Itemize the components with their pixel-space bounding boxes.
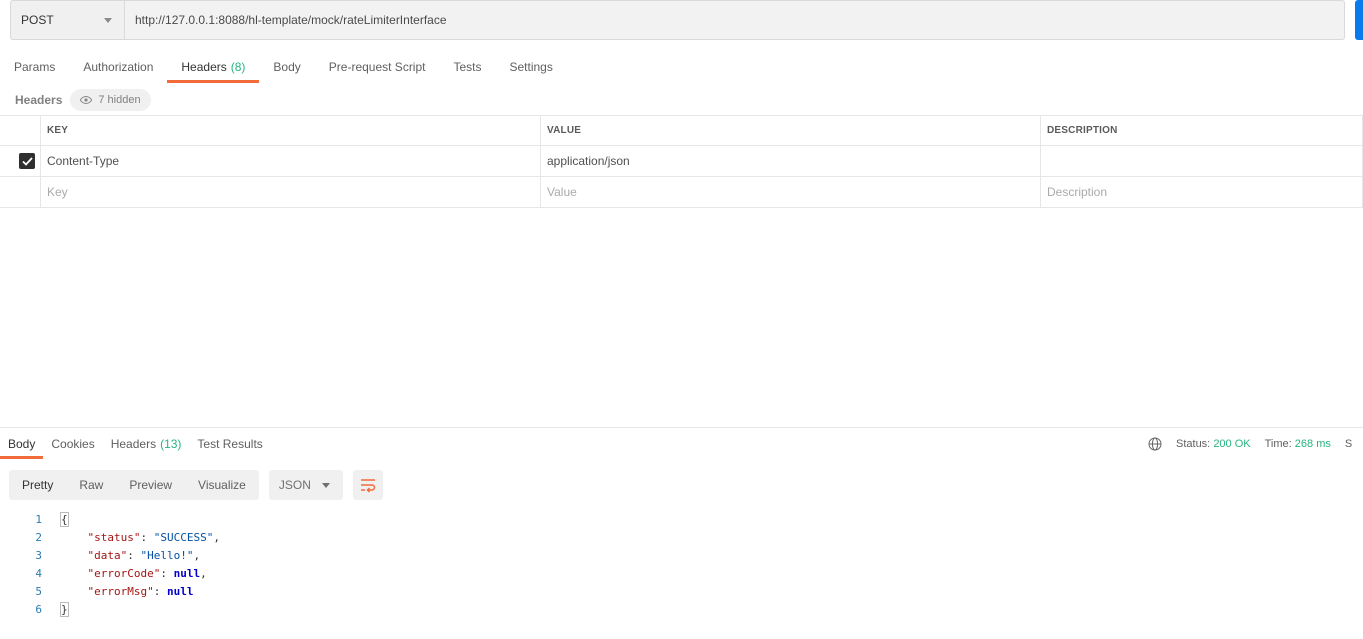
tab-settings[interactable]: Settings [496,52,567,82]
tab-params[interactable]: Params [0,52,69,82]
eye-icon [80,96,93,104]
view-preview-button[interactable]: Preview [116,470,185,500]
status-label: Status: [1176,438,1211,450]
tab-response-body[interactable]: Body [0,430,44,459]
headers-table: KEY VALUE DESCRIPTION Content-Type appli… [0,115,1363,208]
status-value: 200 OK [1213,438,1251,450]
method-select[interactable]: POST [10,0,125,40]
send-button[interactable] [1355,0,1363,40]
format-select[interactable]: JSON [268,470,343,500]
tab-response-headers[interactable]: Headers (13) [103,430,190,458]
response-tabs: Body Cookies Headers (13) Test Results [0,430,271,460]
new-description-input[interactable]: Description [1040,177,1363,207]
tab-authorization[interactable]: Authorization [69,52,167,82]
header-value-cell[interactable]: application/json [540,146,1040,176]
table-header-row: KEY VALUE DESCRIPTION [0,115,1363,146]
header-enabled-checkbox[interactable] [19,153,35,169]
view-mode-group: Pretty Raw Preview Visualize [9,470,259,500]
line-number: 6 [35,602,42,616]
tab-response-cookies[interactable]: Cookies [43,430,102,458]
tab-tests[interactable]: Tests [439,52,495,82]
column-header-description: DESCRIPTION [1040,116,1363,145]
format-label: JSON [278,478,311,492]
url-text: http://127.0.0.1:8088/hl-template/mock/r… [135,13,447,27]
row-check-cell [0,146,40,176]
table-row-new: Key Value Description [0,177,1363,208]
code-line: 6 } [0,600,1363,618]
hidden-count-label: 7 hidden [98,94,141,106]
request-tabs: Params Authorization Headers (8) Body Pr… [0,52,567,84]
column-header-value: VALUE [540,116,1040,145]
row-check-cell [0,177,40,207]
response-toolbar: Pretty Raw Preview Visualize JSON [9,470,383,500]
response-headers-count-badge: (13) [160,437,182,451]
code-line: 3 "data": "Hello!", [0,546,1363,564]
headers-subheader: Headers 7 hidden [15,88,151,112]
tab-test-results[interactable]: Test Results [189,430,270,458]
globe-icon[interactable] [1148,437,1162,451]
view-pretty-button[interactable]: Pretty [9,470,66,500]
header-check-cell [0,116,40,145]
url-input[interactable]: http://127.0.0.1:8088/hl-template/mock/r… [125,0,1345,40]
header-description-cell[interactable] [1040,146,1363,176]
code-line: 1 { [0,510,1363,528]
method-label: POST [21,13,54,27]
chevron-down-icon [104,18,112,23]
new-key-input[interactable]: Key [40,177,540,207]
view-raw-button[interactable]: Raw [66,470,116,500]
line-number: 5 [35,584,42,598]
request-url-bar: POST http://127.0.0.1:8088/hl-template/m… [10,0,1345,40]
line-number: 1 [35,512,42,526]
headers-count-badge: (8) [230,60,246,74]
chevron-down-icon [321,483,330,488]
headers-section-title: Headers [15,93,63,107]
line-number: 2 [35,530,42,544]
size-label: S [1344,438,1353,450]
header-key-cell[interactable]: Content-Type [40,146,540,176]
tab-headers[interactable]: Headers (8) [167,52,260,83]
code-line: 2 "status": "SUCCESS", [0,528,1363,546]
line-number: 4 [35,566,42,580]
open-brace: { [60,511,69,527]
code-line: 4 "errorCode": null, [0,564,1363,582]
response-code-viewer[interactable]: 1 { 2 "status": "SUCCESS", 3 "data": "He… [0,510,1363,618]
time-label: Time: [1264,438,1292,450]
tab-body[interactable]: Body [259,52,314,82]
new-value-input[interactable]: Value [540,177,1040,207]
wrap-lines-button[interactable] [352,470,383,500]
close-brace: } [60,601,69,617]
code-line: 5 "errorMsg": null [0,582,1363,600]
response-status-bar: Status: 200 OK Time: 268 ms S [1148,435,1352,453]
column-header-key: KEY [40,116,540,145]
hidden-headers-toggle[interactable]: 7 hidden [70,89,151,111]
wrap-lines-icon [360,479,376,493]
table-row: Content-Type application/json [0,146,1363,177]
time-value: 268 ms [1294,438,1331,450]
response-divider[interactable] [0,427,1363,428]
view-visualize-button[interactable]: Visualize [185,470,259,500]
tab-pre-request-script[interactable]: Pre-request Script [315,52,440,82]
line-number: 3 [35,548,42,562]
checkmark-icon [21,156,33,166]
